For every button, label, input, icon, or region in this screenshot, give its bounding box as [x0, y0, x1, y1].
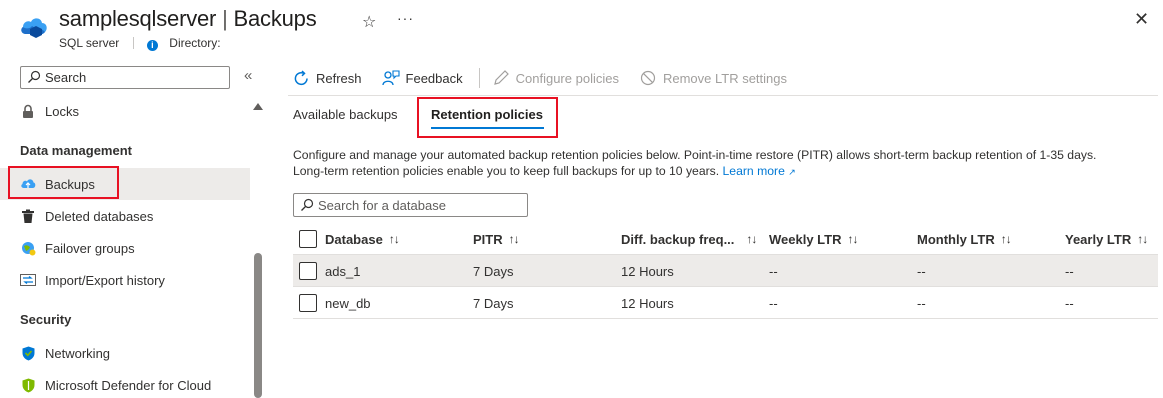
subtitle: SQL server i Directory: [59, 36, 221, 51]
sidebar-scrollbar-thumb[interactable] [254, 253, 262, 398]
globe-icon [20, 240, 36, 256]
sort-icon[interactable]: ↑↓ [847, 232, 858, 246]
cell-database: ads_1 [325, 263, 361, 279]
close-icon[interactable]: ✕ [1134, 9, 1149, 30]
sort-icon[interactable]: ↑↓ [1001, 232, 1012, 246]
command-bar: Refresh Feedback Configure policies Remo… [292, 68, 807, 88]
column-header-diff-backup-frequency[interactable]: Diff. backup freq... ↑↓ [621, 223, 757, 255]
table-row[interactable]: new_db 7 Days 12 Hours -- -- -- [293, 287, 1158, 319]
toolbar-divider [288, 95, 1158, 96]
defender-shield-icon [20, 377, 36, 393]
sidebar-item-label: Import/Export history [45, 272, 165, 288]
resource-name: samplesqlserver [59, 6, 217, 31]
sidebar-search-input[interactable] [45, 69, 225, 86]
column-header-pitr[interactable]: PITR ↑↓ [473, 223, 520, 255]
sidebar-item-locks[interactable]: Locks [0, 95, 250, 127]
cell-yearly-ltr: -- [1065, 263, 1074, 279]
lock-icon [20, 103, 36, 119]
scroll-up-icon[interactable] [253, 103, 263, 110]
configure-policies-label: Configure policies [515, 70, 619, 86]
sidebar-item-label: Networking [45, 345, 111, 361]
cell-weekly-ltr: -- [769, 263, 778, 279]
sidebar-item-microsoft-defender[interactable]: Microsoft Defender for Cloud [0, 369, 250, 398]
sidebar-item-label: Locks [45, 103, 79, 119]
refresh-icon [292, 69, 310, 87]
database-search-box[interactable] [293, 193, 528, 217]
database-search-input[interactable] [318, 197, 518, 214]
cell-pitr: 7 Days [473, 295, 514, 311]
sort-icon[interactable]: ↑↓ [389, 232, 400, 246]
cell-weekly-ltr: -- [769, 295, 778, 311]
sort-icon[interactable]: ↑↓ [1137, 232, 1148, 246]
highlight-box-retention-tab [417, 97, 558, 138]
table-row[interactable]: ads_1 7 Days 12 Hours -- -- -- [293, 255, 1158, 287]
sql-server-cloud-icon [21, 18, 47, 38]
sidebar-item-label: Deleted databases [45, 208, 154, 224]
cell-monthly-ltr: -- [917, 263, 926, 279]
sidebar-heading-security: Security [20, 312, 72, 327]
blade-name: Backups [233, 6, 317, 31]
feedback-label: Feedback [405, 70, 463, 86]
feedback-button[interactable]: Feedback [381, 69, 463, 87]
remove-ltr-settings-label: Remove LTR settings [662, 70, 787, 86]
table-header-row: Database ↑↓ PITR ↑↓ Diff. backup freq... ↑↓… [293, 223, 1158, 255]
info-icon: i [146, 40, 158, 51]
retention-description: Configure and manage your automated back… [293, 147, 1096, 180]
collapse-sidebar-icon[interactable]: « [244, 67, 252, 84]
subtitle-divider [132, 37, 134, 49]
external-link-icon: ↗ [788, 167, 796, 177]
row-checkbox[interactable] [299, 294, 317, 312]
column-header-monthly-ltr[interactable]: Monthly LTR ↑↓ [917, 223, 1012, 255]
column-header-database[interactable]: Database ↑↓ [325, 223, 400, 255]
select-all-checkbox[interactable] [299, 230, 317, 248]
refresh-button[interactable]: Refresh [292, 69, 362, 87]
shield-network-icon [20, 345, 36, 361]
pencil-icon [492, 69, 510, 87]
cell-yearly-ltr: -- [1065, 295, 1074, 311]
more-options-icon[interactable]: ··· [397, 10, 414, 26]
tab-available-backups[interactable]: Available backups [293, 107, 398, 122]
learn-more-link[interactable]: Learn more ↗ [723, 164, 796, 178]
refresh-label: Refresh [316, 70, 362, 86]
cell-database: new_db [325, 295, 371, 311]
row-checkbox[interactable] [299, 262, 317, 280]
highlight-box-backups [8, 166, 119, 199]
page-title: samplesqlserver | Backups [59, 6, 317, 32]
directory-label: Directory: [169, 36, 221, 50]
remove-ltr-settings-button[interactable]: Remove LTR settings [639, 69, 787, 87]
favorite-star-icon[interactable]: ☆ [362, 12, 376, 32]
sort-icon[interactable]: ↑↓ [509, 232, 520, 246]
sidebar-heading-data-management: Data management [20, 143, 132, 158]
sidebar-search-box[interactable] [20, 66, 230, 89]
sidebar-item-label: Microsoft Defender for Cloud [45, 377, 212, 393]
prohibited-icon [639, 69, 657, 87]
resource-type: SQL server [59, 36, 120, 50]
sort-icon[interactable]: ↑↓ [746, 232, 757, 246]
sidebar-item-import-export-history[interactable]: Import/Export history [0, 264, 250, 296]
search-icon [28, 70, 41, 83]
sidebar-item-networking[interactable]: Networking [0, 337, 250, 369]
search-icon [301, 198, 314, 211]
cell-diff-backup-frequency: 12 Hours [621, 263, 674, 279]
retention-policies-grid: Database ↑↓ PITR ↑↓ Diff. backup freq... ↑↓… [293, 223, 1158, 319]
configure-policies-button[interactable]: Configure policies [492, 69, 619, 87]
toolbar-separator [478, 68, 480, 88]
sidebar-item-label: Failover groups [45, 240, 135, 256]
column-header-weekly-ltr[interactable]: Weekly LTR ↑↓ [769, 223, 858, 255]
feedback-icon [381, 69, 400, 87]
cell-pitr: 7 Days [473, 263, 514, 279]
sidebar-item-failover-groups[interactable]: Failover groups [0, 232, 250, 264]
import-export-icon [20, 272, 36, 288]
trash-icon [20, 208, 36, 224]
cell-monthly-ltr: -- [917, 295, 926, 311]
description-line-2: Long-term retention policies enable you … [293, 164, 796, 178]
title-separator: | [222, 6, 228, 31]
description-line-1: Configure and manage your automated back… [293, 148, 1097, 162]
cell-diff-backup-frequency: 12 Hours [621, 295, 674, 311]
column-header-yearly-ltr[interactable]: Yearly LTR ↑↓ [1065, 223, 1148, 255]
sidebar-item-deleted-databases[interactable]: Deleted databases [0, 200, 250, 232]
